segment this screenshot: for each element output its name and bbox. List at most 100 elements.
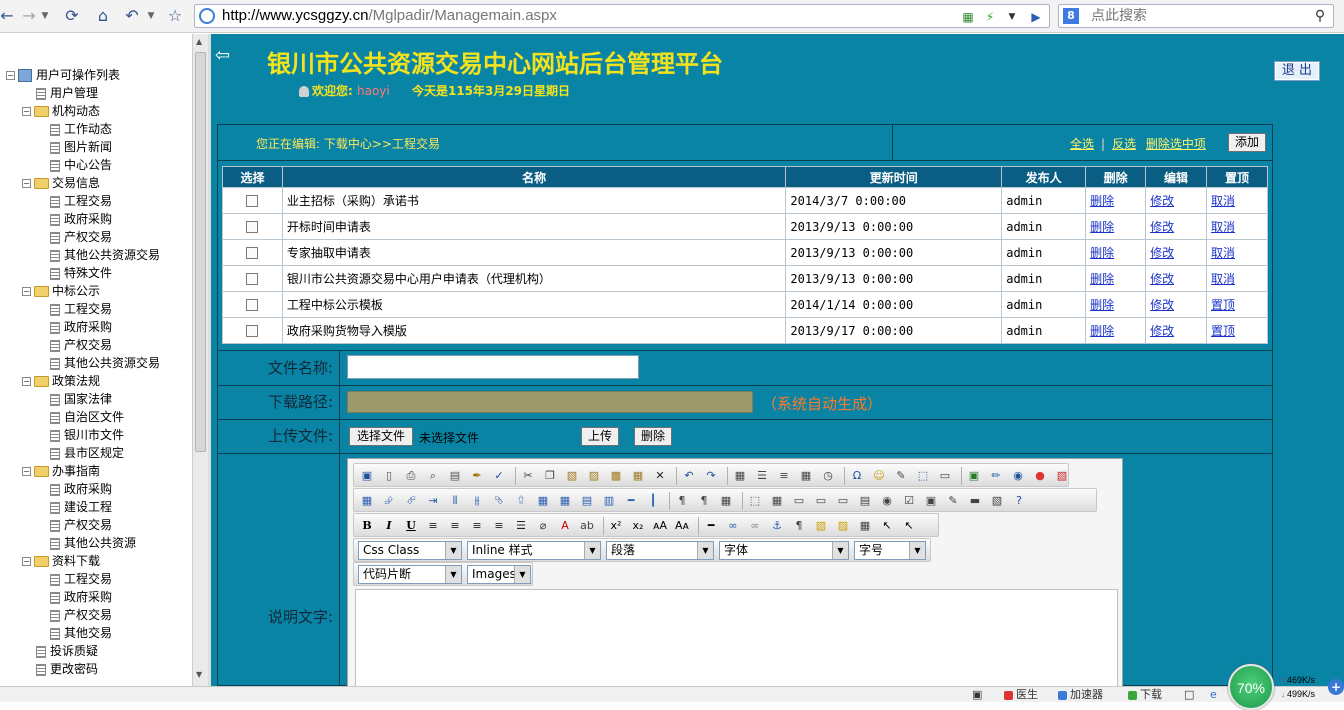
row-checkbox[interactable]	[246, 325, 259, 337]
delete-link[interactable]: 删除	[1090, 246, 1114, 260]
print-preview-icon[interactable]: ▤	[447, 468, 463, 484]
row-checkbox[interactable]	[246, 221, 259, 233]
collapse-icon[interactable]: −	[22, 287, 31, 296]
editor-content-area[interactable]	[355, 589, 1118, 686]
insert-row-icon[interactable]: ⮵	[381, 493, 397, 509]
tree-item[interactable]: 用户管理	[6, 84, 160, 102]
delete-file-button[interactable]: 删除	[634, 427, 672, 446]
edit-link[interactable]: 修改	[1150, 194, 1174, 208]
paste-text-icon[interactable]: ▨	[586, 468, 602, 484]
underline-icon[interactable]: U	[403, 518, 419, 534]
ltr-icon[interactable]: ¶	[674, 493, 690, 509]
refresh-icon[interactable]: ⟳	[62, 5, 82, 27]
align-center-icon[interactable]: ≡	[447, 518, 463, 534]
cut-icon[interactable]: ✂	[520, 468, 536, 484]
insert-table-icon[interactable]: ▦	[359, 493, 375, 509]
image-edit-icon[interactable]: ✏	[988, 468, 1004, 484]
tree-folder[interactable]: − 中标公示	[6, 282, 160, 300]
new-doc-icon[interactable]: ▯	[381, 468, 397, 484]
paste-html-icon[interactable]: ▦	[630, 468, 646, 484]
table-props-icon[interactable]: ▦	[557, 493, 573, 509]
grid-icon[interactable]: ▦	[857, 518, 873, 534]
tree-item[interactable]: 建设工程	[6, 498, 160, 516]
back-arrow-icon[interactable]: ⇦	[215, 47, 235, 65]
tree-item[interactable]: 更改密码	[6, 660, 160, 678]
code-snippet-select[interactable]: 代码片断 ▼	[358, 565, 462, 584]
edit-link[interactable]: 修改	[1150, 220, 1174, 234]
delete-link[interactable]: 删除	[1090, 298, 1114, 312]
tree-item[interactable]: 银川市文件	[6, 426, 160, 444]
tree-item[interactable]: 自治区文件	[6, 408, 160, 426]
pdf-icon[interactable]: ▧	[1054, 468, 1070, 484]
favorite-star-icon[interactable]: ☆	[164, 5, 186, 27]
forward-arrow-icon[interactable]: →	[20, 5, 38, 27]
sidebar-scrollbar[interactable]: ▲ ▼	[192, 34, 208, 686]
status-accelerator[interactable]: 加速器	[1058, 688, 1103, 702]
font-color-icon[interactable]: A	[557, 518, 573, 534]
unlink-icon[interactable]: ∞	[747, 518, 763, 534]
abbr-icon[interactable]: ▭	[937, 468, 953, 484]
copy-format-icon[interactable]: ▧	[813, 518, 829, 534]
image-icon[interactable]: ▣	[966, 468, 982, 484]
page-icon[interactable]: ▣	[972, 688, 982, 702]
collapse-icon[interactable]: −	[22, 107, 31, 116]
paragraph-select[interactable]: 段落 ▼	[606, 541, 714, 560]
row-checkbox[interactable]	[246, 299, 259, 311]
merge-right-icon[interactable]: ⇥	[425, 493, 441, 509]
collapse-icon[interactable]: −	[22, 467, 31, 476]
border-icon[interactable]: ▦	[718, 493, 734, 509]
anchor-icon[interactable]: ⚓	[769, 518, 785, 534]
tree-item[interactable]: 政府采购	[6, 210, 160, 228]
collapse-icon[interactable]: −	[22, 557, 31, 566]
copy-icon[interactable]: ❐	[542, 468, 558, 484]
paste-format-icon[interactable]: ▨	[835, 518, 851, 534]
tree-folder[interactable]: − 交易信息	[6, 174, 160, 192]
pin-toggle-link[interactable]: 取消	[1211, 272, 1235, 286]
align-left-icon[interactable]: ≡	[425, 518, 441, 534]
home-icon[interactable]: ⌂	[92, 5, 114, 27]
back-arrow-icon[interactable]: ←	[0, 5, 14, 27]
pin-toggle-link[interactable]: 取消	[1211, 194, 1235, 208]
history-dropdown-icon[interactable]: ▼	[40, 5, 50, 27]
status-doctor[interactable]: 医生	[1004, 688, 1038, 702]
pointer-add-icon[interactable]: ↖	[879, 518, 895, 534]
address-bar[interactable]: http://www.ycsggzy.cn/Mglpadir/Managemai…	[194, 4, 1050, 28]
collapse-icon[interactable]: −	[22, 377, 31, 386]
row-props-icon[interactable]: ▤	[579, 493, 595, 509]
address-dropdown-icon[interactable]: ▼	[1003, 8, 1021, 26]
edit-link[interactable]: 修改	[1150, 298, 1174, 312]
button-icon[interactable]: ✎	[945, 493, 961, 509]
spellcheck-icon[interactable]: ✓	[491, 468, 507, 484]
radio-icon[interactable]: ◉	[879, 493, 895, 509]
scrollbar-thumb[interactable]	[195, 52, 206, 452]
tree-item[interactable]: 其他公共资源交易	[6, 246, 160, 264]
add-button[interactable]: 添加	[1228, 133, 1266, 152]
insert-cell-icon[interactable]: ⫵	[469, 493, 485, 509]
tree-item[interactable]: 政府采购	[6, 588, 160, 606]
tree-folder[interactable]: − 政策法规	[6, 372, 160, 390]
undo-dropdown-icon[interactable]: ▼	[146, 5, 156, 27]
paste-word-icon[interactable]: ▩	[608, 468, 624, 484]
delete-link[interactable]: 删除	[1090, 324, 1114, 338]
row-checkbox[interactable]	[246, 273, 259, 285]
delete-icon[interactable]: ✕	[652, 468, 668, 484]
file-name-input[interactable]	[347, 355, 639, 379]
edit-link[interactable]: 修改	[1150, 246, 1174, 260]
window-icon[interactable]: □	[1184, 688, 1194, 702]
redo-icon[interactable]: ↷	[703, 468, 719, 484]
row-checkbox[interactable]	[246, 195, 259, 207]
select-all-link[interactable]: 全选	[1070, 137, 1094, 151]
status-download[interactable]: 下载	[1128, 688, 1162, 702]
hr-icon[interactable]: ━	[623, 493, 639, 509]
textbox-icon[interactable]: ▭	[791, 493, 807, 509]
tree-item[interactable]: 产权交易	[6, 228, 160, 246]
search-input[interactable]	[1089, 7, 1299, 25]
media-icon[interactable]: ●	[1032, 468, 1048, 484]
help-icon[interactable]: ?	[1011, 493, 1027, 509]
tree-item[interactable]: 产权交易	[6, 516, 160, 534]
tree-folder[interactable]: − 办事指南	[6, 462, 160, 480]
search-box[interactable]: 8 ⚲	[1058, 4, 1334, 28]
hidden-icon[interactable]: ▬	[967, 493, 983, 509]
checkbox-icon[interactable]: ☑	[901, 493, 917, 509]
search-engine-icon[interactable]: 8	[1063, 8, 1079, 24]
